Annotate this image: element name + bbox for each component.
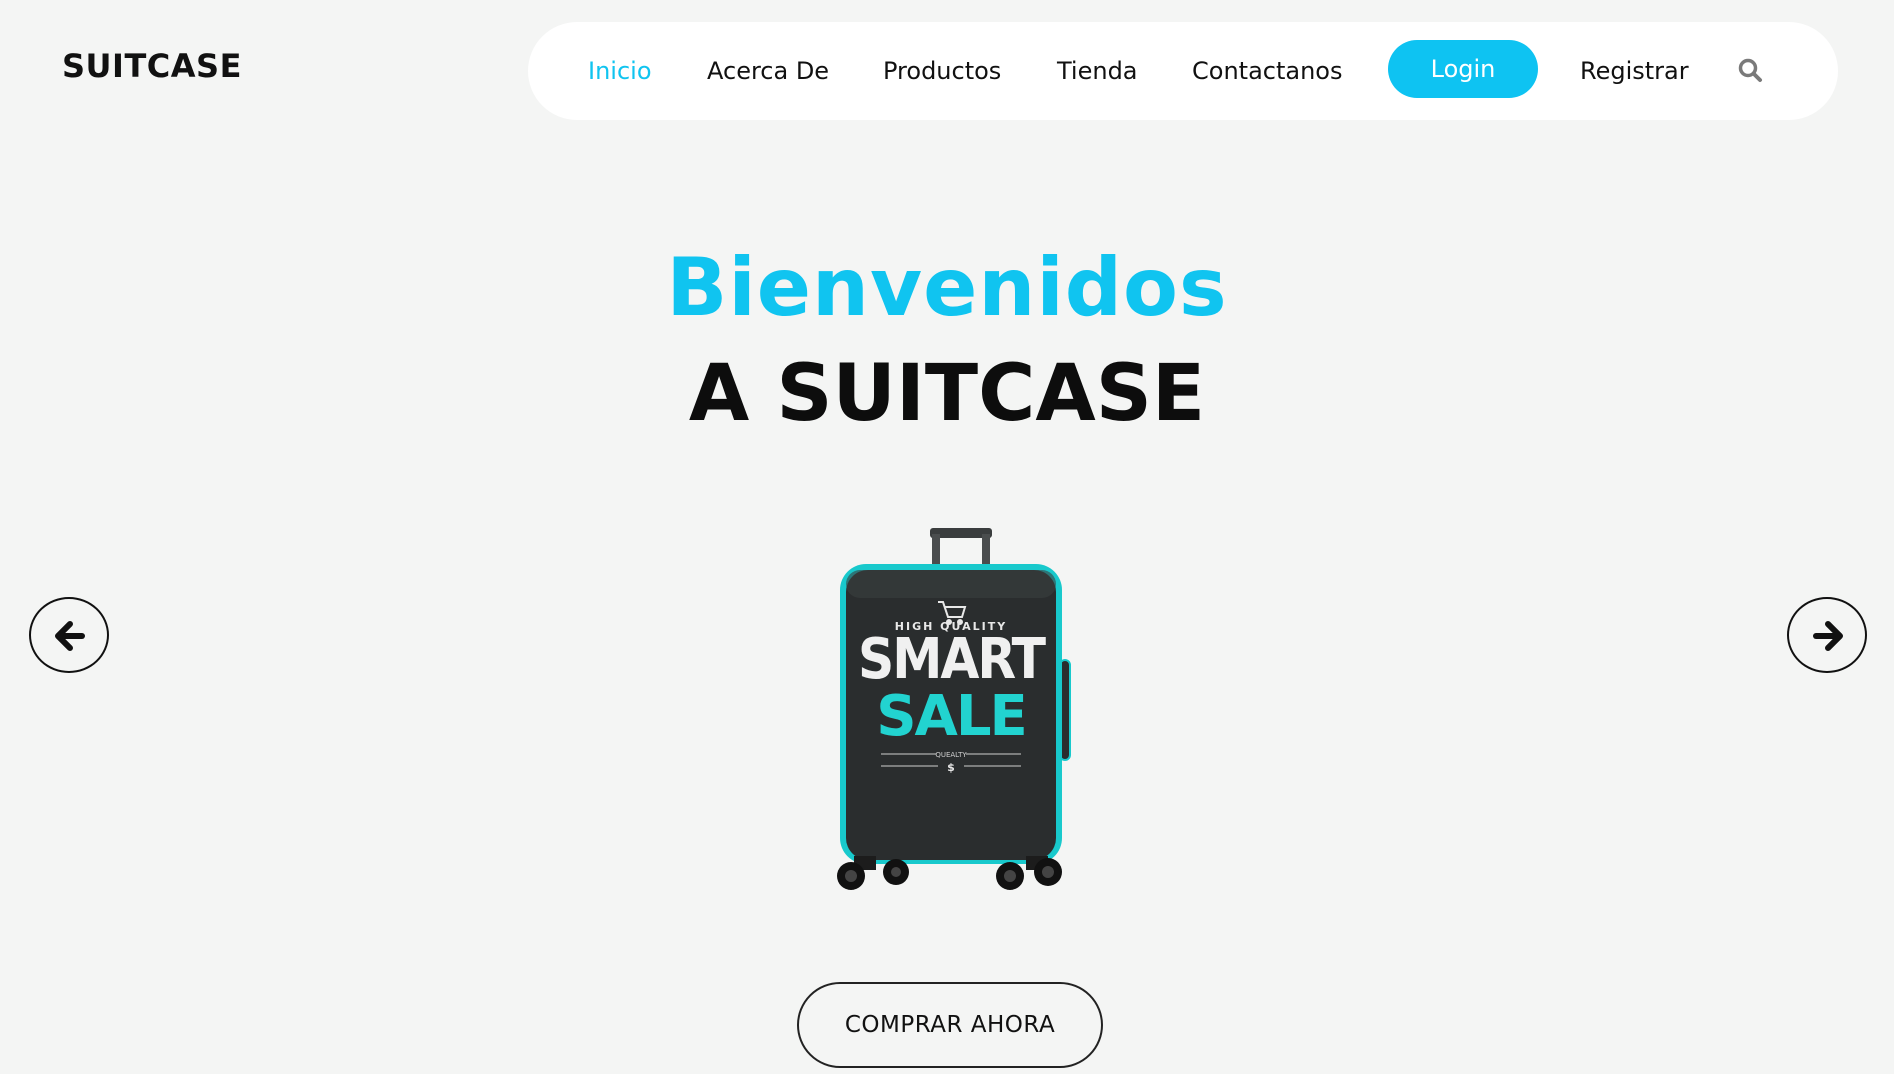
carousel-prev-button[interactable] (29, 597, 109, 673)
nav-item-contactanos[interactable]: Contactanos (1192, 22, 1342, 120)
search-icon[interactable] (1736, 56, 1766, 86)
buy-now-button[interactable]: COMPRAR AHORA (797, 982, 1103, 1068)
main-navbar: Inicio Acerca De Productos Tienda Contac… (528, 22, 1838, 120)
login-button[interactable]: Login (1388, 40, 1538, 98)
nav-item-acerca-de[interactable]: Acerca De (707, 22, 829, 120)
suitcase-small-text: QUEALTY (935, 751, 967, 759)
arrow-left-icon (55, 621, 85, 651)
nav-item-tienda[interactable]: Tienda (1057, 22, 1138, 120)
arrow-right-icon (1813, 621, 1843, 651)
carousel-next-button[interactable] (1787, 597, 1867, 673)
suitcase-dollar-symbol: $ (947, 761, 955, 774)
hero-title-brand: A SUITCASE (688, 349, 1206, 439)
suitcase-smart-text: SMART (858, 627, 1047, 692)
suitcase-sale-text: SALE (876, 684, 1026, 749)
nav-item-productos[interactable]: Productos (883, 22, 1001, 120)
site-logo[interactable]: SUITCASE (62, 46, 242, 86)
suitcase-product-image: HIGH QUALITY SMART SALE QUEALTY $ (837, 528, 1071, 890)
register-link[interactable]: Registrar (1580, 22, 1689, 120)
nav-item-inicio[interactable]: Inicio (588, 22, 652, 120)
hero-title-welcome: Bienvenidos (666, 241, 1228, 334)
